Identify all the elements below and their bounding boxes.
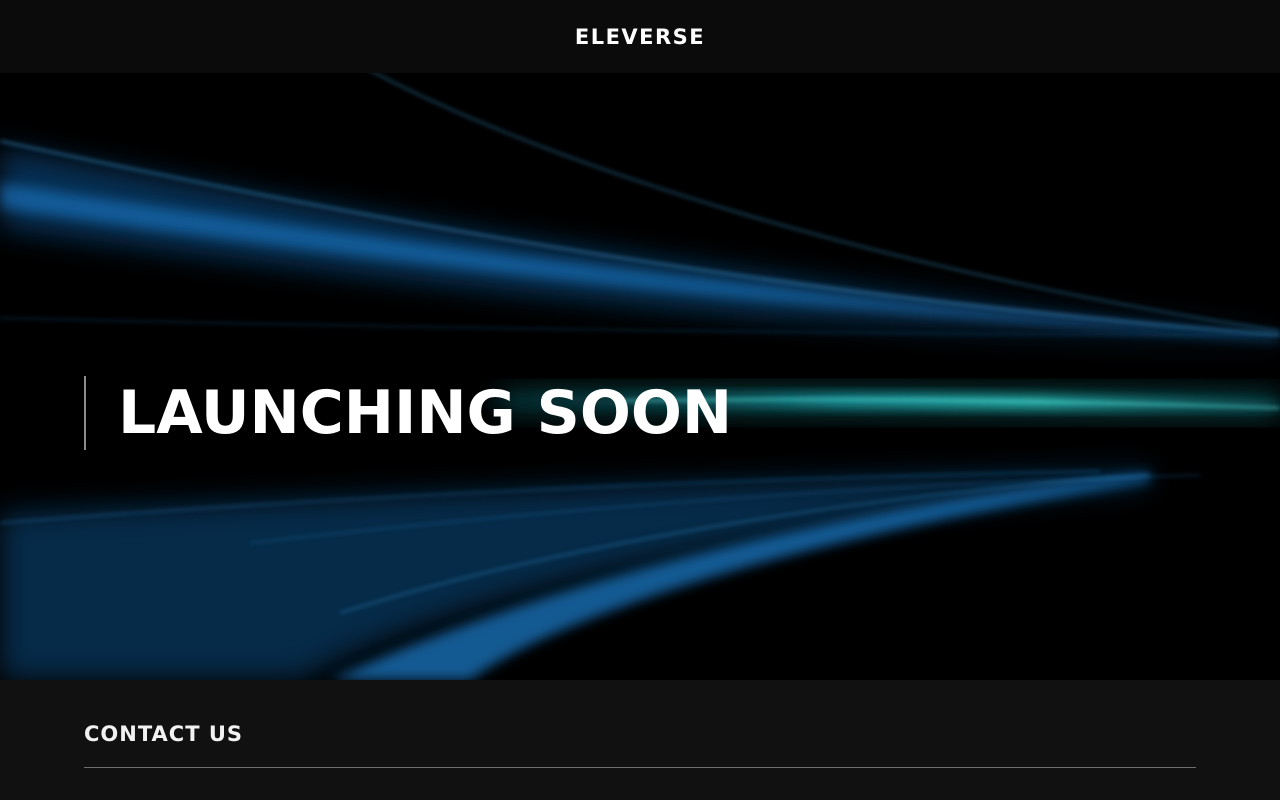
hero-heading: LAUNCHING SOON [118, 378, 733, 448]
page: ELEVERSE LAUNCHING SOON CONTACT US [0, 0, 1280, 800]
brand-logo-link[interactable]: ELEVERSE [575, 25, 705, 49]
top-bar: ELEVERSE [0, 0, 1280, 73]
contact-us-heading: CONTACT US [84, 722, 244, 746]
hero-heading-container: LAUNCHING SOON [84, 376, 732, 450]
hero-section: LAUNCHING SOON [0, 73, 1280, 680]
footer: CONTACT US [0, 680, 1280, 800]
footer-divider [84, 767, 1196, 768]
